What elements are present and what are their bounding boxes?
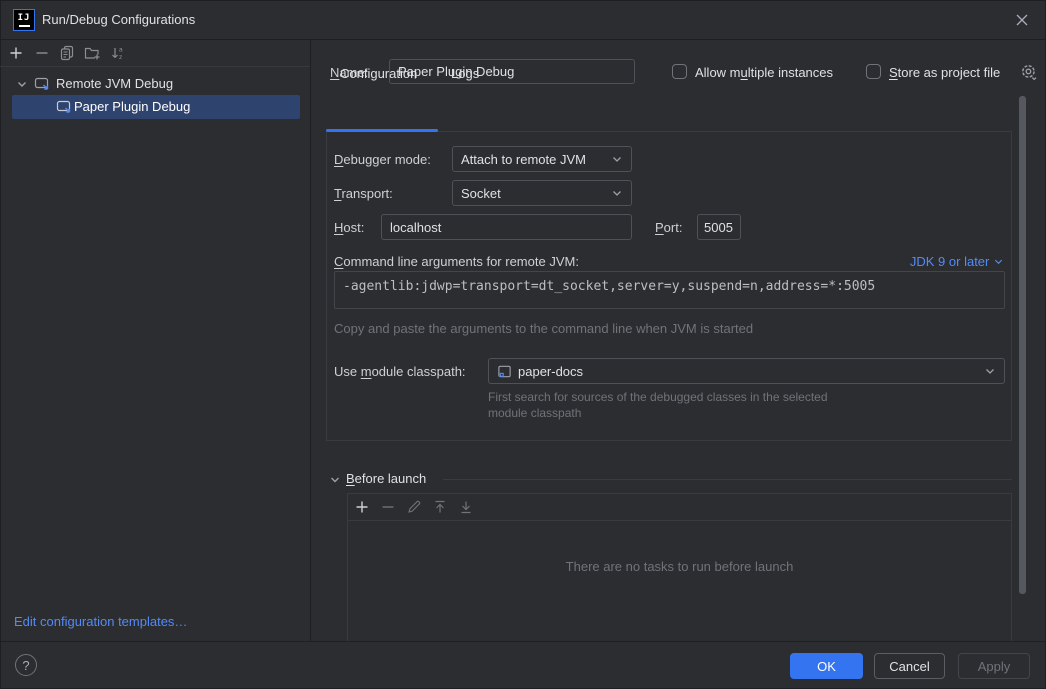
logo-text: IJ xyxy=(18,13,31,23)
dialog-title: Run/Debug Configurations xyxy=(42,12,195,27)
store-as-project-file-label[interactable]: Store as project file xyxy=(889,65,1000,80)
close-icon[interactable] xyxy=(1012,10,1032,30)
tab-configuration[interactable]: Configuration xyxy=(340,66,417,81)
footer: ? OK Cancel Apply xyxy=(0,641,1046,689)
command-line-hint: Copy and paste the arguments to the comm… xyxy=(334,321,753,336)
module-classpath-hint-line1: First search for sources of the debugged… xyxy=(488,390,828,404)
before-launch-label[interactable]: Before launch xyxy=(346,471,426,486)
tree-item-remote-jvm-debug[interactable]: Remote JVM Debug xyxy=(0,72,311,96)
store-options-gear-icon[interactable] xyxy=(1020,63,1038,81)
sidebar: az Remote JVM Debug Paper Plugin Debug E… xyxy=(0,40,311,641)
tree-item-label: Paper Plugin Debug xyxy=(74,99,190,114)
command-line-arguments-field[interactable]: -agentlib:jdwp=transport=dt_socket,serve… xyxy=(334,271,1005,309)
jdk-version-selector[interactable]: JDK 9 or later xyxy=(880,254,1004,269)
titlebar: IJ Run/Debug Configurations xyxy=(0,0,1046,40)
move-task-down-icon[interactable] xyxy=(458,499,474,515)
chevron-down-icon xyxy=(611,153,623,165)
remove-configuration-icon[interactable] xyxy=(34,45,50,61)
tree-item-label: Remote JVM Debug xyxy=(56,76,173,91)
host-input[interactable] xyxy=(381,214,632,240)
allow-multiple-instances-checkbox[interactable] xyxy=(672,64,687,79)
tab-logs[interactable]: Logs xyxy=(451,66,479,81)
debugger-mode-label: Debugger mode: xyxy=(334,152,431,167)
name-input[interactable] xyxy=(389,59,635,84)
chevron-down-icon[interactable] xyxy=(16,78,28,90)
edit-task-pencil-icon[interactable] xyxy=(406,499,422,515)
remote-debug-config-icon xyxy=(34,76,50,92)
intellij-logo-icon: IJ xyxy=(13,9,35,31)
add-configuration-icon[interactable] xyxy=(8,45,24,61)
tree-item-paper-plugin-debug[interactable]: Paper Plugin Debug xyxy=(0,95,311,119)
module-classpath-label: Use module classpath: xyxy=(334,364,466,379)
before-launch-toolbar xyxy=(348,494,1011,521)
sort-alphabetically-icon[interactable]: az xyxy=(110,45,126,61)
before-launch-empty-text: There are no tasks to run before launch xyxy=(347,559,1012,574)
svg-text:z: z xyxy=(119,54,122,61)
apply-button[interactable]: Apply xyxy=(958,653,1030,679)
remove-task-icon[interactable] xyxy=(380,499,396,515)
module-classpath-hint-line2: module classpath xyxy=(488,406,581,420)
ok-button[interactable]: OK xyxy=(790,653,863,679)
chevron-down-icon xyxy=(611,187,623,199)
sidebar-toolbar: az xyxy=(0,40,310,67)
help-icon[interactable]: ? xyxy=(15,654,37,676)
svg-text:a: a xyxy=(119,47,123,54)
module-classpath-select[interactable]: paper-docs xyxy=(488,358,1005,384)
before-launch-separator xyxy=(443,479,1012,480)
run-debug-configurations-dialog: IJ Run/Debug Configurations az xyxy=(0,0,1046,689)
edit-configuration-templates-link[interactable]: Edit configuration templates… xyxy=(14,614,187,629)
new-folder-icon[interactable] xyxy=(84,45,100,61)
transport-select[interactable]: Socket xyxy=(452,180,632,206)
allow-multiple-instances-label[interactable]: Allow multiple instances xyxy=(695,65,833,80)
transport-label: Transport: xyxy=(334,186,393,201)
cancel-button[interactable]: Cancel xyxy=(874,653,945,679)
debugger-mode-select[interactable]: Attach to remote JVM xyxy=(452,146,632,172)
chevron-down-icon xyxy=(984,365,996,377)
module-icon xyxy=(497,364,512,379)
add-task-icon[interactable] xyxy=(354,499,370,515)
store-as-project-file-checkbox[interactable] xyxy=(866,64,881,79)
command-line-arguments-label: Command line arguments for remote JVM: xyxy=(334,254,579,269)
port-label: Port: xyxy=(655,220,682,235)
move-task-up-icon[interactable] xyxy=(432,499,448,515)
remote-debug-config-icon xyxy=(56,99,72,115)
host-label: Host: xyxy=(334,220,364,235)
port-input[interactable] xyxy=(697,214,741,240)
copy-configuration-icon[interactable] xyxy=(59,45,75,61)
before-launch-collapse-chevron-icon[interactable] xyxy=(329,474,341,486)
vertical-scrollbar[interactable] xyxy=(1019,96,1026,594)
